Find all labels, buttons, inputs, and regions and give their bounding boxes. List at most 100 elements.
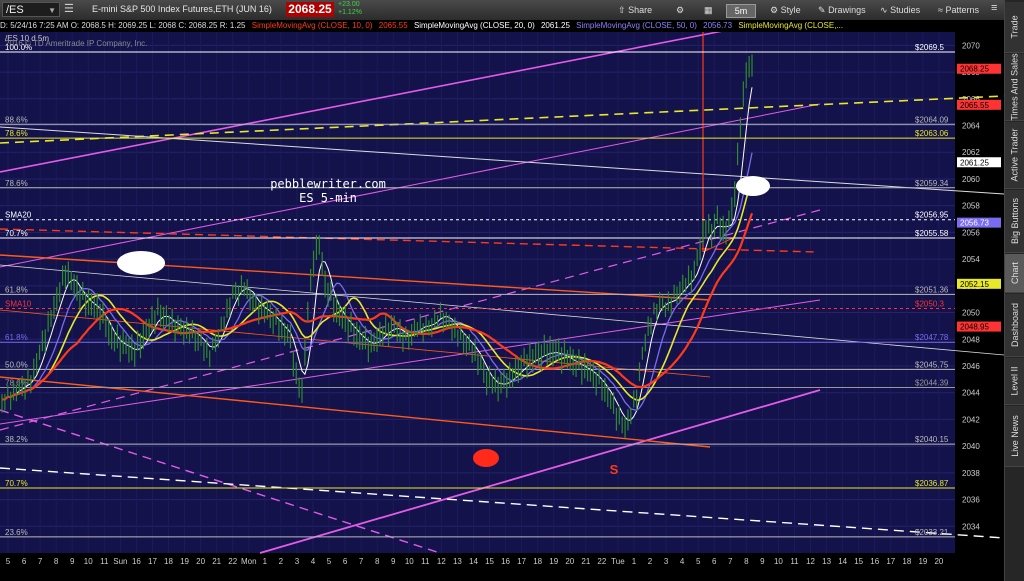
x-tick-label: Mon: [241, 557, 257, 566]
y-tick-label: 2060: [962, 175, 980, 184]
drawings-button[interactable]: ✎ Drawings: [818, 3, 866, 17]
share-button[interactable]: ⇧ Share: [618, 3, 652, 17]
pencil-icon: ✎: [818, 5, 826, 15]
level-right-label: $2059.34: [915, 179, 949, 188]
x-tick-label: 9: [760, 557, 765, 566]
x-tick-label: 7: [38, 557, 43, 566]
x-tick-label: 8: [54, 557, 59, 566]
sma20-value: 2061.25: [540, 21, 570, 30]
sidebar-tab-chart[interactable]: Chart: [1005, 254, 1024, 293]
level-right-label: $2033.21: [915, 528, 949, 537]
x-tick-label: 19: [549, 557, 558, 566]
level-right-label: $2055.58: [915, 229, 949, 238]
watermark-subtitle: ES 5-min: [299, 191, 357, 205]
sidebar-tab-level-ii[interactable]: Level II: [1005, 358, 1024, 405]
patterns-icon: ≈: [938, 5, 943, 15]
sma200-label: SimpleMovingAvg (CLOSE,...: [738, 21, 844, 30]
x-tick-label: 19: [180, 557, 189, 566]
x-tick-label: Tue: [611, 557, 625, 566]
sidebar-tab-dashboard[interactable]: Dashboard: [1005, 294, 1024, 357]
toolbar: /ES ▼ ☰ E-mini S&P 500 Index Futures,ETH …: [0, 0, 1004, 21]
style-label: Style: [780, 5, 801, 15]
y-tick-label: 2044: [962, 389, 980, 398]
flask-icon[interactable]: ⚙: [676, 3, 684, 17]
aggregation-selector[interactable]: 5m: [726, 4, 756, 18]
x-tick-label: 22: [228, 557, 237, 566]
link-icon[interactable]: ☰: [64, 2, 74, 16]
x-tick-label: 10: [84, 557, 93, 566]
sidebar-tab-label: Live News: [1010, 415, 1021, 457]
y-tick-label: 2040: [962, 442, 980, 451]
sma10-label: SimpleMovingAvg (CLOSE, 10, 0): [251, 21, 373, 30]
grid-icon[interactable]: ▦: [704, 3, 713, 17]
price-tag-label: 2061.25: [960, 158, 989, 167]
sidebar-tab-big-buttons[interactable]: Big Buttons: [1005, 190, 1024, 253]
x-tick-label: 15: [485, 557, 494, 566]
studies-label: Studies: [890, 5, 921, 15]
x-tick-label: 6: [712, 557, 717, 566]
right-sidebar: Trade Times And Sales Active Trader Big But…: [1004, 0, 1024, 581]
level-right-label: $2047.78: [915, 333, 949, 342]
y-tick-label: 2046: [962, 362, 980, 371]
sidebar-tab-label: Times And Sales: [1010, 53, 1021, 121]
level-left-label: SMA20: [5, 211, 32, 220]
level-right-label: $2063.06: [915, 129, 949, 138]
level-left-label: SMA10: [5, 300, 32, 309]
x-tick-label: Sun: [113, 557, 127, 566]
x-tick-label: 5: [696, 557, 701, 566]
net-change: +23.00 +1.12%: [338, 1, 362, 17]
sidebar-tab-label: Chart: [1010, 261, 1021, 285]
style-icon: ⚙: [770, 5, 779, 15]
x-tick-label: 18: [164, 557, 173, 566]
sidebar-tab-trade[interactable]: Trade: [1005, 2, 1024, 53]
price-tag-label: 2048.95: [960, 323, 989, 332]
x-tick-label: 4: [311, 557, 316, 566]
x-tick-label: 9: [70, 557, 75, 566]
sma10-value: 2065.55: [378, 21, 408, 30]
patterns-button[interactable]: ≈ Patterns: [938, 3, 979, 17]
menu-icon[interactable]: ≡: [991, 1, 997, 15]
level-left-label: 70.7%: [5, 229, 28, 238]
y-tick-label: 2042: [962, 415, 980, 424]
x-tick-label: 20: [196, 557, 205, 566]
s-label: S: [610, 462, 619, 477]
level-left-label: 88.6%: [5, 115, 28, 124]
studies-icon: ∿: [880, 5, 888, 15]
studies-button[interactable]: ∿ Studies: [880, 3, 920, 17]
symbol-selector[interactable]: /ES ▼: [2, 2, 60, 17]
sma50-value: 2056.73: [703, 21, 733, 30]
study-values-row: D: 5/24/16 7:25 AM O: 2068.5 H: 2069.25 …: [0, 20, 1004, 32]
sidebar-tab-label: Big Buttons: [1010, 197, 1020, 245]
level-right-label: $2045.75: [915, 360, 949, 369]
x-tick-label: 5: [327, 557, 332, 566]
sidebar-tab-active-trader[interactable]: Active Trader: [1005, 122, 1024, 189]
price-tag-label: 2068.25: [960, 65, 989, 74]
sidebar-tab-label: Level II: [1010, 366, 1020, 396]
level-left-label: 78.6%: [5, 129, 28, 138]
sma50-label: SimpleMovingAvg (CLOSE, 50, 0): [576, 21, 697, 30]
x-tick-label: 3: [295, 557, 300, 566]
symbol-text: /ES: [6, 4, 24, 16]
level-right-label: $2044.39: [915, 378, 949, 387]
drawings-label: Drawings: [828, 5, 866, 15]
x-tick-label: 4: [680, 557, 685, 566]
copyright-label: 2016 © TD Ameritrade IP Company, Inc.: [5, 39, 147, 48]
last-price: 2068.25: [286, 2, 334, 17]
sidebar-tab-label: Trade: [1010, 15, 1020, 39]
price-tag-label: 2056.73: [960, 219, 989, 228]
sma20-label: SimpleMovingAvg (CLOSE, 20, 0): [413, 21, 535, 30]
x-tick-label: 20: [565, 557, 574, 566]
style-button[interactable]: ⚙ Style: [770, 3, 801, 17]
y-tick-label: 2050: [962, 309, 980, 318]
price-tag-label: 2052.15: [960, 280, 989, 289]
x-tick-label: 16: [501, 557, 510, 566]
level-left-label: 38.2%: [5, 435, 28, 444]
level-left-label: 23.6%: [5, 528, 28, 537]
x-tick-label: 18: [533, 557, 542, 566]
x-tick-label: 3: [664, 557, 669, 566]
x-tick-label: 15: [854, 557, 863, 566]
sidebar-tab-live-news[interactable]: Live News: [1005, 406, 1024, 467]
price-chart[interactable]: 100.0% $2069.588.6% $2064.0978.6% $2063.067…: [0, 32, 1004, 581]
sidebar-tab-times-and-sales[interactable]: Times And Sales: [1005, 53, 1024, 121]
x-tick-label: 17: [148, 557, 157, 566]
